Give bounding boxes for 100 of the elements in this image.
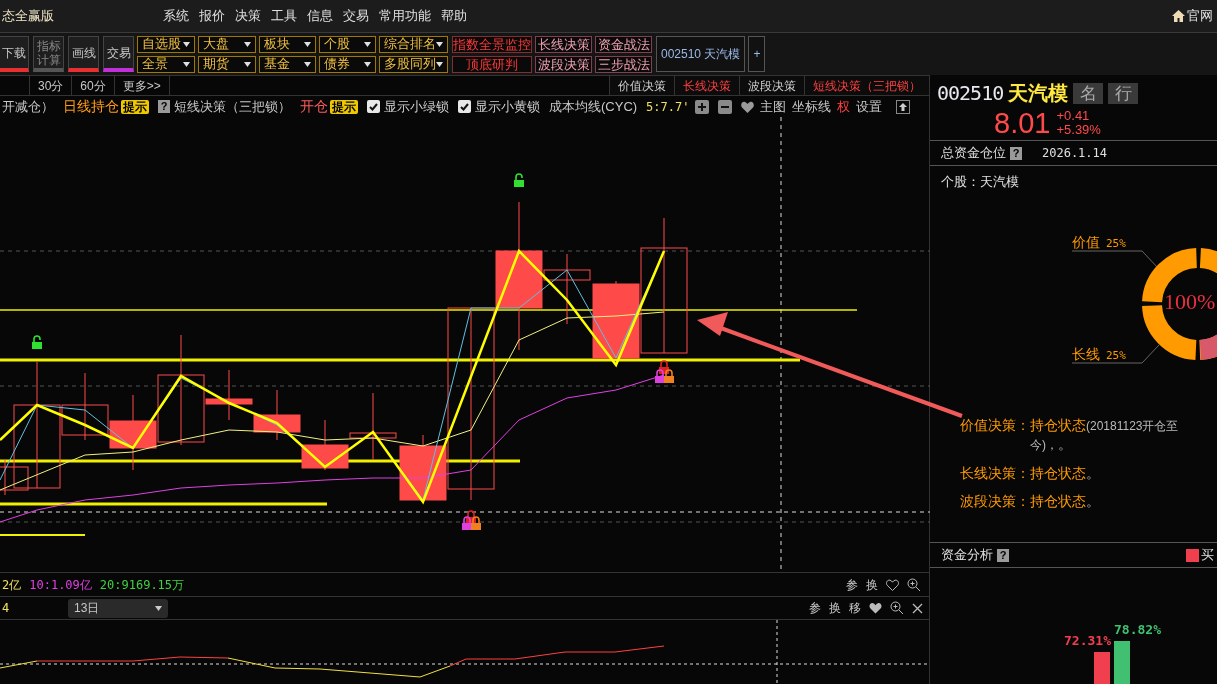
period-tab[interactable]: 30分 <box>30 76 73 95</box>
check-icon <box>369 102 378 111</box>
dropdown-button[interactable]: 债券 <box>319 55 376 73</box>
menu-item[interactable]: 帮助 <box>441 6 467 26</box>
menu-item[interactable]: 常用功能 <box>379 6 431 26</box>
tool-button[interactable]: 下载 <box>0 36 29 72</box>
dropdown-button[interactable]: 期货 <box>198 55 256 73</box>
dropdown-button[interactable]: 多股同列 <box>379 55 448 73</box>
tool-button[interactable]: 画线 <box>68 36 99 72</box>
period-tab[interactable]: 60分 <box>72 76 115 95</box>
decision-tab[interactable]: 长线决策 <box>674 76 739 95</box>
help-badge[interactable]: ? <box>1010 146 1022 160</box>
lock-icon <box>655 369 665 383</box>
hint-badge[interactable]: 提示 <box>330 99 358 114</box>
menu-item[interactable]: 信息 <box>307 6 333 26</box>
dropdown-button[interactable]: 自选股 <box>137 35 195 53</box>
tool-button[interactable]: 交易 <box>103 36 134 72</box>
strategy-button[interactable]: 资金战法 <box>595 35 652 53</box>
zoom-out-button[interactable] <box>718 99 733 114</box>
decision-text: 价值决策：持仓状态(20181123开仓至今)，。 <box>960 416 1180 454</box>
checkbox[interactable] <box>458 100 471 113</box>
heart-icon <box>741 100 755 113</box>
zoom-in-button[interactable] <box>695 99 710 114</box>
caret-icon <box>155 605 162 611</box>
tool-button[interactable]: 参 <box>846 575 858 594</box>
decision-tab[interactable]: 波段决策 <box>739 76 804 95</box>
chart-tool-button[interactable]: 主图 <box>760 96 787 117</box>
legend-swatch <box>1186 548 1199 562</box>
candlestick <box>253 389 301 441</box>
plus-icon <box>698 102 707 111</box>
period-tab[interactable]: 更多>> <box>114 76 170 95</box>
decision-tab[interactable]: 价值决策 <box>609 76 674 95</box>
home-icon <box>1172 10 1185 22</box>
menu-item[interactable]: 工具 <box>271 6 297 26</box>
data-label: 78.82% <box>1114 622 1161 637</box>
tool-button[interactable]: 换 <box>866 575 878 594</box>
lock-icon <box>664 369 674 383</box>
add-tab-button[interactable]: + <box>748 36 766 72</box>
price-change-percent: +5.39% <box>1056 123 1101 137</box>
dropdown-button[interactable]: 综合排名 <box>379 35 448 53</box>
menu-item[interactable]: 报价 <box>199 6 225 26</box>
checkbox[interactable] <box>367 100 380 113</box>
close-icon <box>912 602 923 614</box>
menu-item[interactable]: 系统 <box>163 6 189 26</box>
heart-icon <box>886 578 899 591</box>
dropdown-button[interactable]: 板块 <box>259 35 316 53</box>
chart-tool-button[interactable]: 设置 <box>856 96 883 117</box>
strategy-button[interactable]: 长线决策 <box>535 35 592 53</box>
chart-tool-button[interactable]: 权 <box>837 96 851 117</box>
donut-label: 价值 <box>1072 233 1100 252</box>
strategy-button[interactable]: 顶底研判 <box>452 55 532 73</box>
dropdown-button[interactable]: 大盘 <box>198 35 256 53</box>
data-label: 72.31% <box>1064 633 1111 648</box>
help-badge[interactable]: ? <box>997 548 1009 562</box>
stock-name: 天汽模 <box>1008 81 1069 106</box>
dropdown-button[interactable]: 全景 <box>137 55 195 73</box>
caret-icon <box>436 61 443 67</box>
period-dropdown[interactable]: 13日 <box>68 598 168 618</box>
caret-icon <box>436 41 443 47</box>
strategy-button[interactable]: 三步战法 <box>595 55 652 73</box>
lock-icon <box>462 516 472 530</box>
dropdown-button[interactable]: 个股 <box>319 35 376 53</box>
help-badge[interactable]: ? <box>158 100 170 113</box>
volume-value: 2亿 <box>2 576 22 594</box>
lock-icon <box>514 173 524 187</box>
tool-button[interactable]: 换 <box>829 599 841 617</box>
strategy-button[interactable]: 波段决策 <box>535 55 592 73</box>
caret-icon <box>183 41 190 47</box>
check-icon <box>460 102 469 111</box>
menu-item[interactable]: 交易 <box>343 6 369 26</box>
legend-label: 短线决策（三把锁） <box>174 97 291 116</box>
legend-label: 日线持仓 <box>63 97 119 116</box>
tool-button[interactable]: 参 <box>809 599 821 617</box>
stock-tag-button[interactable]: 行 <box>1108 82 1139 104</box>
hint-badge[interactable]: 提示 <box>121 99 149 114</box>
stock-tag-button[interactable]: 名 <box>1073 82 1104 104</box>
stock-code: 002510 <box>937 80 1004 107</box>
tool-button[interactable]: 指标计算 <box>33 36 64 72</box>
chart-tool-button[interactable]: 坐标线 <box>792 96 832 117</box>
menu-item[interactable]: 决策 <box>235 6 261 26</box>
donut-percent: 25% <box>1106 236 1126 252</box>
caret-icon <box>364 61 371 67</box>
legend-label: 开仓 <box>300 97 328 116</box>
volume-value: 10:1.09亿 <box>29 576 92 594</box>
strategy-button[interactable]: 指数全景监控 <box>452 35 532 53</box>
position-date: 2026.1.14 <box>1042 145 1108 162</box>
volume-value: 20:9169.15万 <box>99 576 185 594</box>
zoom-icon <box>907 577 921 592</box>
caret-icon <box>304 41 311 47</box>
lock-icon <box>471 516 481 530</box>
dropdown-button[interactable]: 基金 <box>259 55 316 73</box>
tool-button[interactable]: 移 <box>849 599 861 617</box>
caret-icon <box>364 41 371 47</box>
home-link[interactable]: 官网 <box>1172 6 1213 26</box>
donut-center-value: 100% <box>1164 289 1216 315</box>
legend-label: 开减仓） <box>2 97 54 116</box>
stock-tab[interactable]: 002510 天汽模 <box>656 36 746 72</box>
section-title: 总资金仓位 <box>941 144 1006 163</box>
decision-tab[interactable]: 短线决策（三把锁） <box>804 76 929 95</box>
legend-label: 5:7.7' <box>646 98 690 116</box>
